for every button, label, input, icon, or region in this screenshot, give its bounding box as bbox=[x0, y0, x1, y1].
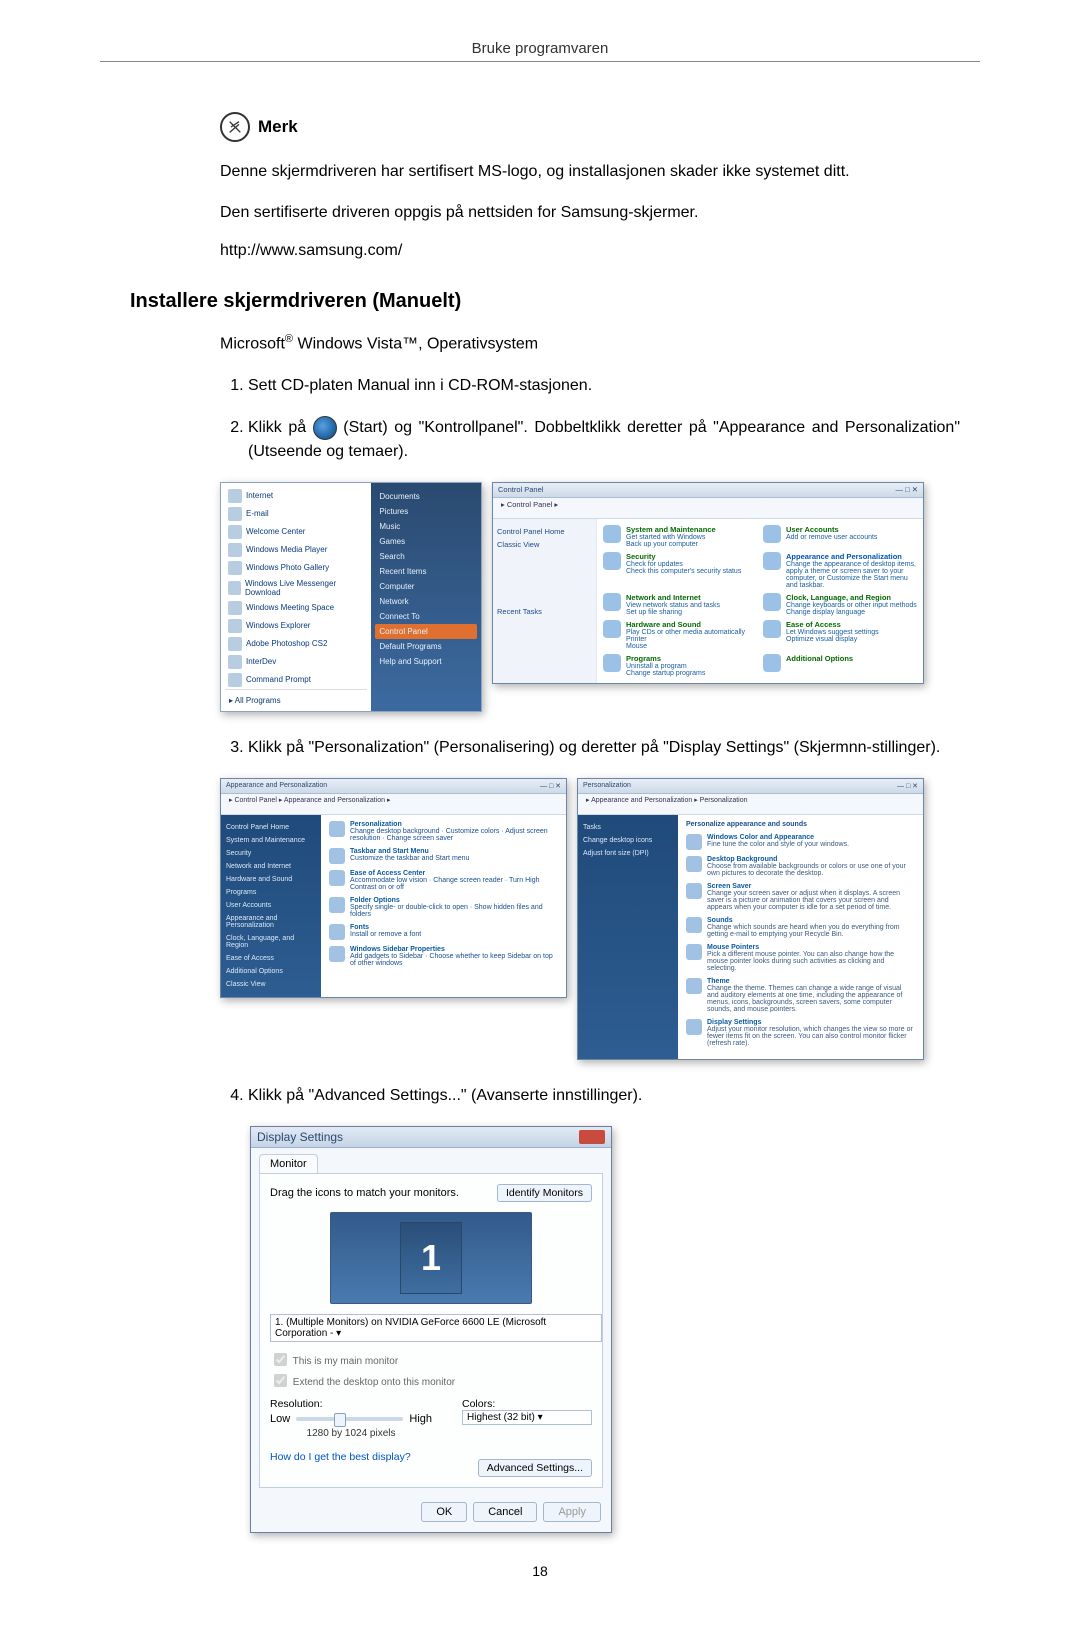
slider-high-label: High bbox=[409, 1413, 432, 1425]
page-header: Bruke programvaren bbox=[100, 40, 980, 57]
main-monitor-checkbox: This is my main monitor bbox=[270, 1350, 592, 1369]
drag-instruction: Drag the icons to match your monitors. bbox=[270, 1187, 459, 1199]
colors-label: Colors: bbox=[462, 1398, 592, 1410]
colors-select[interactable]: Highest (32 bit) ▾ bbox=[462, 1410, 592, 1425]
best-display-link[interactable]: How do I get the best display? bbox=[270, 1451, 411, 1463]
samsung-url: http://www.samsung.com/ bbox=[220, 242, 980, 260]
advanced-settings-button[interactable]: Advanced Settings... bbox=[478, 1459, 592, 1477]
monitor-tab[interactable]: Monitor bbox=[259, 1154, 318, 1173]
control-panel-screenshot: Control Panel— □ ✕ ▸ Control Panel ▸ Con… bbox=[492, 482, 924, 684]
extend-desktop-checkbox: Extend the desktop onto this monitor bbox=[270, 1371, 592, 1390]
monitor-preview[interactable]: 1 bbox=[330, 1212, 532, 1304]
step-3: Klikk på "Personalization" (Personaliser… bbox=[248, 736, 960, 760]
step-4: Klikk på "Advanced Settings..." (Avanser… bbox=[248, 1084, 960, 1108]
ok-button[interactable]: OK bbox=[421, 1502, 467, 1522]
identify-monitors-button[interactable]: Identify Monitors bbox=[497, 1184, 592, 1202]
note-paragraph-1: Denne skjermdriveren har sertifisert MS-… bbox=[220, 160, 960, 183]
slider-low-label: Low bbox=[270, 1413, 290, 1425]
start-menu-screenshot: InternetE-mailWelcome CenterWindows Medi… bbox=[220, 482, 482, 712]
note-label: Merk bbox=[258, 117, 298, 137]
cancel-button[interactable]: Cancel bbox=[473, 1502, 537, 1522]
resolution-label: Resolution: bbox=[270, 1398, 432, 1410]
note-paragraph-2: Den sertifiserte driveren oppgis på nett… bbox=[220, 201, 960, 224]
monitor-1-icon[interactable]: 1 bbox=[400, 1222, 462, 1294]
display-settings-screenshot: Display Settings Monitor Drag the icons … bbox=[250, 1126, 612, 1533]
apply-button[interactable]: Apply bbox=[543, 1502, 601, 1522]
step-1: Sett CD-platen Manual inn i CD-ROM-stasj… bbox=[248, 374, 960, 398]
close-icon[interactable] bbox=[579, 1130, 605, 1144]
personalization-screenshot: Personalization— □ ✕ ▸ Appearance and Pe… bbox=[577, 778, 924, 1060]
os-line: Microsoft® Windows Vista™, Operativsyste… bbox=[220, 333, 980, 353]
header-divider bbox=[100, 61, 980, 62]
dialog-title: Display Settings bbox=[257, 1130, 343, 1144]
appearance-personalization-screenshot: Appearance and Personalization— □ ✕ ▸ Co… bbox=[220, 778, 567, 998]
page-number: 18 bbox=[100, 1563, 980, 1579]
resolution-value: 1280 by 1024 pixels bbox=[270, 1428, 432, 1439]
resolution-slider[interactable] bbox=[296, 1417, 403, 1421]
note-icon bbox=[220, 112, 250, 142]
monitor-select[interactable]: 1. (Multiple Monitors) on NVIDIA GeForce… bbox=[270, 1314, 602, 1342]
start-orb-icon bbox=[313, 416, 337, 440]
step-2: Klikk på (Start) og "Kontrollpanel". Dob… bbox=[248, 416, 960, 464]
section-heading: Installere skjermdriveren (Manuelt) bbox=[130, 290, 980, 313]
